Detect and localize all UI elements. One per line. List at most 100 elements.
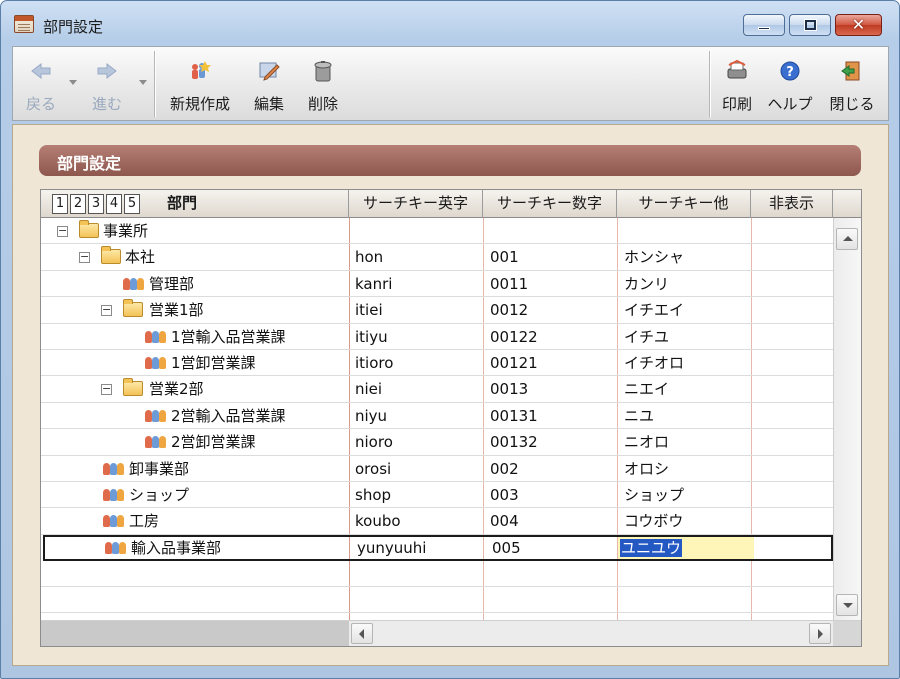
frozen-column-area — [41, 621, 349, 646]
table-row[interactable]: − 営業1部 itiei 0012 イチエイ — [41, 297, 833, 324]
table-row[interactable]: − 営業2部 niei 0013 ニエイ — [41, 376, 833, 403]
table-row[interactable]: 2営卸営業課 nioro 00132 ニオロ — [41, 429, 833, 456]
maximize-icon — [805, 20, 816, 30]
help-button[interactable]: ? ヘルプ — [765, 47, 815, 120]
column-header-hidden[interactable]: 非表示 — [751, 190, 833, 218]
search-en-cell[interactable]: niyu — [355, 403, 481, 429]
dept-cell: 輸入品事業部 — [43, 535, 351, 561]
search-num-cell[interactable]: 003 — [490, 482, 616, 508]
dept-cell: 管理部 — [41, 271, 349, 297]
search-en-cell[interactable]: itioro — [355, 350, 481, 376]
search-other-cell[interactable]: ニオロ — [624, 429, 750, 455]
level-3-button[interactable]: 3 — [88, 194, 104, 214]
level-5-button[interactable]: 5 — [124, 194, 140, 214]
table-row[interactable]: 工房 koubo 004 コウボウ — [41, 508, 833, 535]
level-4-button[interactable]: 4 — [106, 194, 122, 214]
level-1-button[interactable]: 1 — [52, 194, 68, 214]
search-num-cell[interactable]: 00131 — [490, 403, 616, 429]
scroll-up-button[interactable] — [836, 228, 858, 250]
table-row-empty[interactable] — [41, 587, 833, 614]
search-en-cell[interactable]: kanri — [355, 271, 481, 297]
new-button[interactable]: 新規作成 — [163, 47, 237, 120]
back-dropdown-icon[interactable] — [69, 80, 77, 85]
close-button[interactable]: 閉じる — [823, 47, 881, 120]
search-other-cell[interactable]: カンリ — [624, 271, 750, 297]
search-en-cell[interactable]: itiyu — [355, 324, 481, 350]
search-other-cell[interactable]: オロシ — [624, 456, 750, 482]
grid-header: 12345 部門 サーチキー英字 サーチキー数字 サーチキー他 非表示 — [41, 190, 833, 218]
delete-button[interactable]: 削除 — [301, 47, 345, 120]
forward-button[interactable]: 進む — [85, 47, 129, 120]
search-num-cell[interactable]: 005 — [492, 535, 618, 561]
search-num-cell[interactable]: 0012 — [490, 297, 616, 323]
horizontal-scrollbar[interactable] — [41, 620, 861, 646]
scroll-left-button[interactable] — [351, 623, 373, 644]
close-window-button[interactable]: ✕ — [835, 14, 882, 36]
table-row[interactable]: 1営卸営業課 itioro 00121 イチオロ — [41, 350, 833, 377]
vertical-scrollbar[interactable] — [833, 218, 861, 620]
column-header-dept[interactable]: 12345 部門 — [41, 190, 349, 218]
search-num-cell[interactable]: 0011 — [490, 271, 616, 297]
search-num-cell[interactable]: 002 — [490, 456, 616, 482]
search-en-cell[interactable]: shop — [355, 482, 481, 508]
search-en-cell[interactable]: hon — [355, 244, 481, 270]
column-header-search-en[interactable]: サーチキー英字 — [349, 190, 483, 218]
collapse-icon[interactable]: − — [57, 225, 68, 237]
minimize-button[interactable] — [743, 14, 785, 36]
collapse-icon[interactable]: − — [101, 304, 112, 317]
maximize-button[interactable] — [789, 14, 831, 36]
search-num-cell[interactable]: 004 — [490, 508, 616, 534]
search-num-cell[interactable]: 00121 — [490, 350, 616, 376]
search-other-edit-field[interactable]: ユニユウ — [618, 536, 754, 559]
back-button[interactable]: 戻る — [19, 47, 63, 120]
table-row[interactable]: 卸事業部 orosi 002 オロシ — [41, 456, 833, 482]
search-num-cell[interactable]: 001 — [490, 244, 616, 270]
search-num-cell[interactable]: 0013 — [490, 376, 616, 402]
table-row[interactable]: 管理部 kanri 0011 カンリ — [41, 271, 833, 298]
dept-cell: 卸事業部 — [41, 456, 349, 482]
scroll-right-button[interactable] — [809, 623, 831, 644]
search-en-cell[interactable]: niei — [355, 376, 481, 402]
title-bar[interactable]: 部門設定 ✕ — [1, 1, 899, 45]
dept-cell: − 営業1部 — [41, 297, 349, 323]
collapse-icon[interactable]: − — [101, 383, 112, 396]
table-row[interactable]: 2営輸入品営業課 niyu 00131 ニユ — [41, 403, 833, 430]
content-panel: 部門設定 12345 部門 サーチキー英字 サーチキー数字 サーチキー他 非表示 — [12, 124, 889, 666]
search-other-cell[interactable]: ニエイ — [624, 376, 750, 402]
search-en-cell[interactable]: koubo — [355, 508, 481, 534]
window: 部門設定 ✕ 戻る 進む 新規作成 編集 削除 印刷 ? ヘルプ 閉じる 部門設… — [0, 0, 900, 679]
table-row[interactable]: − 本社 hon 001 ホンシャ — [41, 244, 833, 271]
search-other-cell[interactable]: イチオロ — [624, 350, 750, 376]
table-row-selected[interactable]: 輸入品事業部 yunyuuhi 005 ユニユウ — [43, 534, 833, 561]
search-num-cell[interactable]: 00122 — [490, 324, 616, 350]
search-other-cell[interactable]: ホンシャ — [624, 244, 750, 270]
search-en-cell[interactable]: yunyuuhi — [357, 535, 483, 561]
level-2-button[interactable]: 2 — [70, 194, 86, 214]
table-row-empty[interactable] — [41, 561, 833, 588]
edit-button[interactable]: 編集 — [247, 47, 291, 120]
arrow-right-icon — [95, 59, 119, 83]
search-en-cell[interactable]: itiei — [355, 297, 481, 323]
search-en-cell[interactable]: orosi — [355, 456, 481, 482]
forward-dropdown-icon[interactable] — [139, 80, 147, 85]
search-other-cell[interactable]: ショップ — [624, 482, 750, 508]
scroll-down-button[interactable] — [836, 594, 858, 616]
search-other-cell[interactable]: イチエイ — [624, 297, 750, 323]
dept-name: 工房 — [129, 512, 160, 531]
dept-cell: 2営輸入品営業課 — [41, 403, 349, 429]
minimize-icon — [758, 27, 770, 30]
search-other-cell[interactable]: コウボウ — [624, 508, 750, 534]
search-en-cell[interactable]: nioro — [355, 429, 481, 455]
search-other-cell[interactable]: ニユ — [624, 403, 750, 429]
search-other-cell[interactable]: イチユ — [624, 324, 750, 350]
dept-cell: 工房 — [41, 508, 349, 534]
print-button[interactable]: 印刷 — [717, 47, 757, 120]
search-num-cell[interactable]: 00132 — [490, 429, 616, 455]
column-header-search-other[interactable]: サーチキー他 — [617, 190, 751, 218]
table-row[interactable]: 1営輸入品営業課 itiyu 00122 イチユ — [41, 324, 833, 350]
table-row[interactable]: − 事業所 — [41, 218, 833, 245]
collapse-icon[interactable]: − — [79, 251, 90, 264]
column-header-search-num[interactable]: サーチキー数字 — [483, 190, 617, 218]
dept-name: 管理部 — [149, 274, 195, 293]
table-row[interactable]: ショップ shop 003 ショップ — [41, 482, 833, 509]
